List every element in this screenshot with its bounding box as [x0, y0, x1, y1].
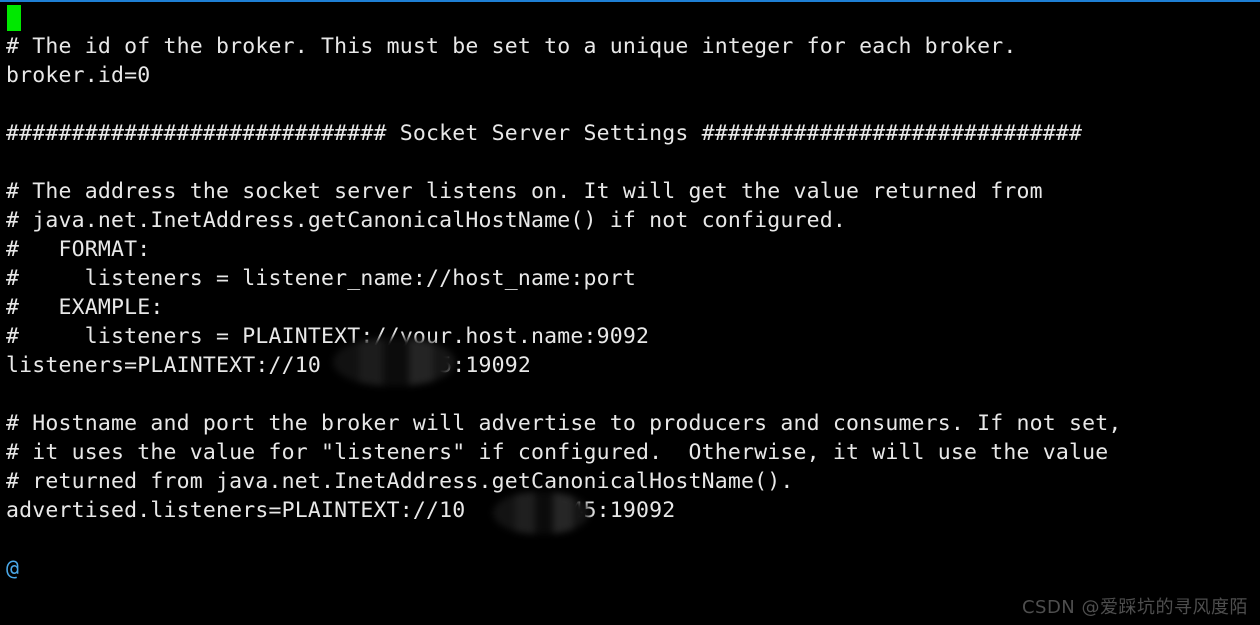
terminal-line-blank-1 [0, 90, 1260, 119]
terminal-line-comment-example-value: # listeners = PLAINTEXT://your.host.name… [6, 324, 650, 349]
redaction-pixel [409, 338, 433, 386]
redaction-pixel [433, 338, 455, 386]
terminal-line-comment-address-2: # java.net.InetAddress.getCanonicalHostN… [6, 208, 846, 233]
redaction-pixel [573, 492, 589, 534]
terminal-line-comment-format-value: # listeners = listener_name://host_name:… [6, 266, 636, 291]
terminal-text-area[interactable]: # The id of the broker. This must be set… [0, 0, 1260, 583]
terminal-line-blank-3 [0, 380, 1260, 409]
terminal-line-comment-advertised-1: # Hostname and port the broker will adve… [6, 411, 1122, 436]
terminal-line-section-socket-server-settings: ############################# Socket Ser… [6, 121, 1083, 146]
terminal-prompt: @ [6, 556, 20, 581]
terminal-window: # The id of the broker. This must be set… [0, 0, 1260, 625]
redaction-pixel [553, 492, 573, 534]
terminal-line-blank-2 [0, 148, 1260, 177]
csdn-watermark: CSDN @爱踩坑的寻风度陌 [1021, 597, 1248, 618]
terminal-line-listeners: listeners=PLAINTEXT://10 245:19092 [6, 353, 531, 378]
terminal-line-comment-broker-id: # The id of the broker. This must be set… [6, 34, 1017, 59]
terminal-line-blank-4 [0, 525, 1260, 554]
redaction-pixel [535, 492, 553, 534]
redaction-pixel [359, 338, 383, 386]
redaction-blur-advertised-listeners-ip [493, 492, 589, 534]
redaction-pixel [493, 492, 515, 534]
terminal-line-comment-address-1: # The address the socket server listens … [6, 179, 1043, 204]
terminal-line-comment-advertised-3: # returned from java.net.InetAddress.get… [6, 469, 794, 494]
redaction-pixel [333, 338, 359, 386]
terminal-line-broker-id: broker.id=0 [6, 63, 151, 88]
terminal-line-comment-advertised-2: # it uses the value for "listeners" if c… [6, 440, 1109, 465]
redaction-pixel [515, 492, 535, 534]
terminal-line-cursor [0, 3, 1260, 32]
terminal-line-comment-example-label: # EXAMPLE: [6, 295, 164, 320]
redaction-pixel [383, 338, 409, 386]
redaction-blur-listeners-ip [333, 338, 455, 386]
terminal-cursor-block [7, 5, 21, 31]
terminal-line-advertised-listeners: advertised.listeners=PLAINTEXT://10 .245… [6, 498, 676, 523]
terminal-line-comment-format-label: # FORMAT: [6, 237, 151, 262]
